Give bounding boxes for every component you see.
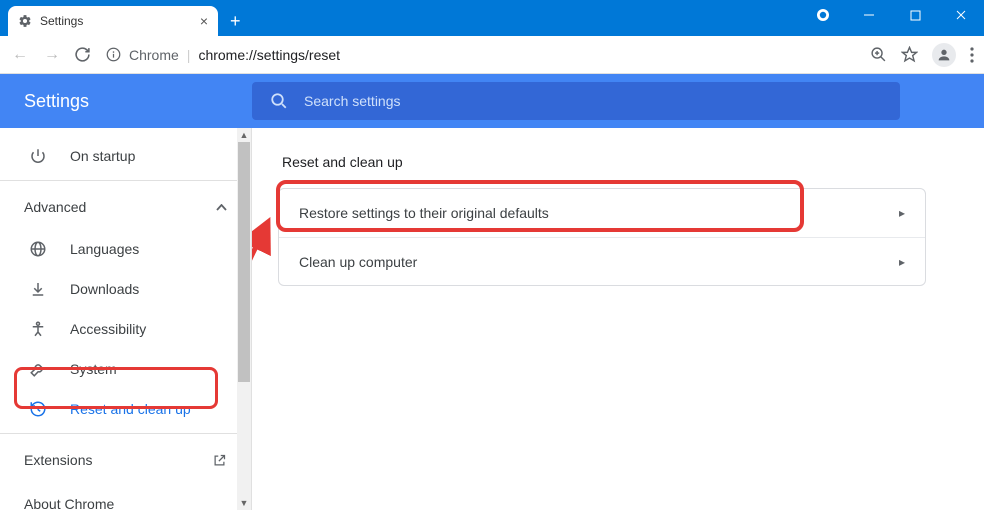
sidebar: On startup Advanced Languages Downloads …: [0, 128, 252, 510]
sidebar-item-label: Languages: [70, 241, 139, 257]
reload-button[interactable]: [74, 46, 94, 63]
sidebar-item-accessibility[interactable]: Accessibility: [0, 309, 251, 349]
scrollbar-thumb[interactable]: [238, 142, 250, 382]
profile-avatar[interactable]: [932, 43, 956, 67]
window-controls: [800, 0, 984, 30]
main-panel: Reset and clean up Restore settings to t…: [252, 128, 984, 510]
settings-header: Settings Search settings: [0, 74, 984, 128]
power-icon: [28, 147, 48, 165]
external-link-icon: [212, 453, 227, 468]
chevron-right-icon: ▸: [899, 255, 905, 269]
close-icon[interactable]: ×: [200, 13, 208, 29]
menu-icon[interactable]: [970, 47, 974, 63]
chevron-up-icon: [216, 204, 227, 211]
wrench-icon: [28, 360, 48, 378]
tab-title: Settings: [40, 14, 83, 28]
address-bar[interactable]: Chrome | chrome://settings/reset: [106, 47, 858, 63]
section-title: Reset and clean up: [278, 154, 958, 170]
scrollbar-track[interactable]: ▲ ▼: [237, 128, 251, 510]
sidebar-item-about[interactable]: About Chrome: [0, 482, 251, 510]
url-separator: |: [187, 47, 191, 63]
sidebar-item-system[interactable]: System: [0, 349, 251, 389]
minimize-button[interactable]: [846, 0, 892, 30]
sidebar-item-label: Extensions: [24, 452, 92, 468]
scroll-down-arrow[interactable]: ▼: [237, 496, 251, 510]
search-placeholder: Search settings: [304, 93, 401, 109]
divider: [0, 433, 251, 434]
maximize-button[interactable]: [892, 0, 938, 30]
row-restore-defaults[interactable]: Restore settings to their original defau…: [279, 189, 925, 237]
back-button[interactable]: ←: [10, 46, 30, 64]
sidebar-item-languages[interactable]: Languages: [0, 229, 251, 269]
globe-icon: [28, 240, 48, 258]
window-close-button[interactable]: [938, 0, 984, 30]
forward-button[interactable]: →: [42, 46, 62, 64]
restore-icon: [28, 400, 48, 418]
browser-toolbar: ← → Chrome | chrome://settings/reset: [0, 36, 984, 74]
circle-icon[interactable]: [800, 0, 846, 30]
url-host: Chrome: [129, 47, 179, 63]
sidebar-item-label: Downloads: [70, 281, 139, 297]
bookmark-icon[interactable]: [901, 46, 918, 63]
scroll-up-arrow[interactable]: ▲: [237, 128, 251, 142]
url-path: chrome://settings/reset: [198, 47, 340, 63]
site-info-icon[interactable]: [106, 47, 121, 62]
sidebar-item-downloads[interactable]: Downloads: [0, 269, 251, 309]
sidebar-item-label: Accessibility: [70, 321, 146, 337]
new-tab-button[interactable]: +: [218, 11, 253, 36]
sidebar-item-extensions[interactable]: Extensions: [0, 438, 251, 482]
chevron-right-icon: ▸: [899, 206, 905, 220]
page-title: Settings: [0, 91, 252, 112]
content-area: On startup Advanced Languages Downloads …: [0, 128, 984, 510]
divider: [0, 180, 251, 181]
search-icon: [270, 92, 288, 110]
sidebar-item-label: System: [70, 361, 117, 377]
settings-card: Restore settings to their original defau…: [278, 188, 926, 286]
sidebar-item-label: Reset and clean up: [70, 401, 191, 417]
zoom-icon[interactable]: [870, 46, 887, 63]
sidebar-item-label: About Chrome: [24, 496, 114, 510]
gear-icon: [18, 14, 32, 28]
sidebar-item-label: On startup: [70, 148, 135, 164]
sidebar-item-reset[interactable]: Reset and clean up: [0, 389, 251, 429]
sidebar-section-label: Advanced: [24, 199, 86, 215]
search-input[interactable]: Search settings: [252, 82, 900, 120]
window-titlebar: Settings × +: [0, 0, 984, 36]
browser-tab[interactable]: Settings ×: [8, 6, 218, 36]
sidebar-section-advanced[interactable]: Advanced: [0, 185, 251, 229]
row-label: Restore settings to their original defau…: [299, 205, 549, 221]
row-label: Clean up computer: [299, 254, 417, 270]
row-clean-up[interactable]: Clean up computer ▸: [279, 237, 925, 285]
download-icon: [28, 280, 48, 298]
sidebar-item-on-startup[interactable]: On startup: [0, 136, 251, 176]
accessibility-icon: [28, 320, 48, 338]
